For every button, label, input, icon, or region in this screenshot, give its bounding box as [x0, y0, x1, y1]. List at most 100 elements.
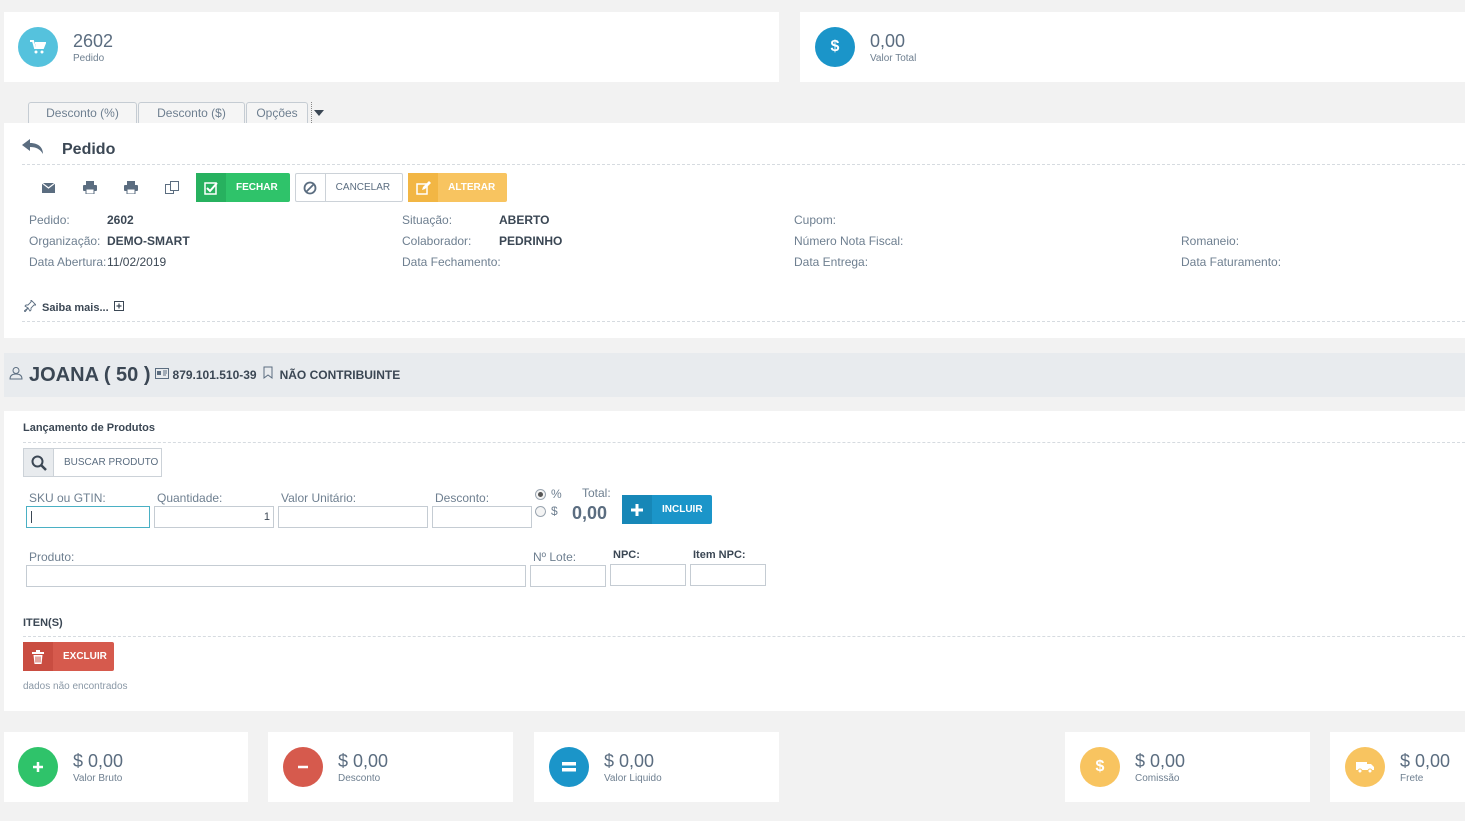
- alterar-button[interactable]: ALTERAR: [408, 173, 508, 202]
- valor-total-card: $ 0,00 Valor Total: [800, 12, 1465, 82]
- sku-label: SKU ou GTIN:: [29, 491, 106, 505]
- info-data-entrega: Data Entrega:: [794, 255, 869, 269]
- copy-icon[interactable]: [151, 174, 192, 202]
- user-icon: [9, 366, 23, 385]
- excluir-button[interactable]: EXCLUIR: [23, 642, 114, 671]
- cancelar-button[interactable]: CANCELAR: [294, 173, 404, 202]
- quantidade-label: Quantidade:: [157, 491, 223, 505]
- pin-icon: [23, 298, 38, 315]
- id-card-icon: [154, 366, 169, 384]
- ban-icon: [296, 174, 326, 201]
- valor-liquido-value: $ 0,00: [604, 750, 655, 771]
- info-data-fechamento: Data Fechamento:: [402, 255, 501, 269]
- checkbox-icon: [196, 173, 226, 202]
- back-arrow-icon[interactable]: [22, 139, 44, 160]
- pedido-card: 2602 Pedido: [4, 12, 779, 82]
- frete-label: Frete: [1400, 772, 1424, 784]
- valor-total-value: 0,00: [870, 30, 906, 51]
- dollar-icon: $: [1080, 747, 1120, 787]
- desconto-card: $ 0,00 Desconto: [268, 732, 513, 802]
- total-value: 0,00: [572, 503, 608, 523]
- tab-bar: Desconto (%) Desconto ($) Opções: [28, 102, 325, 123]
- item-npc-input[interactable]: [690, 564, 766, 586]
- items-title: ITEN(S): [23, 617, 63, 629]
- info-situacao-value: ABERTO: [499, 213, 550, 227]
- info-romaneio: Romaneio:: [1181, 234, 1240, 248]
- trash-icon: [23, 642, 53, 671]
- saiba-mais-link[interactable]: Saiba mais...: [23, 298, 124, 315]
- info-colaborador: Colaborador:: [402, 234, 472, 248]
- dollar-icon: $: [815, 27, 855, 67]
- comissao-label: Comissão: [1135, 772, 1180, 784]
- toolbar: FECHAR CANCELAR ALTERAR: [28, 173, 512, 202]
- caret-down-icon[interactable]: [311, 102, 325, 123]
- info-pedido: Pedido:: [29, 213, 70, 227]
- pedido-number: 2602: [73, 30, 114, 51]
- equals-icon: [549, 747, 589, 787]
- buscar-produto-button[interactable]: BUSCAR PRODUTO: [23, 448, 162, 477]
- item-npc-label: Item NPC:: [693, 549, 746, 561]
- lote-label: Nº Lote:: [533, 550, 577, 564]
- valor-unitario-label: Valor Unitário:: [281, 491, 357, 505]
- info-cupom: Cupom:: [794, 213, 837, 227]
- frete-value: $ 0,00: [1400, 750, 1451, 771]
- valor-bruto-label: Valor Bruto: [73, 772, 123, 784]
- comissao-card: $ $ 0,00 Comissão: [1065, 732, 1310, 802]
- total-label: Total:: [582, 486, 611, 500]
- plus-icon: [18, 747, 58, 787]
- client-name: JOANA ( 50 ): [29, 363, 151, 386]
- info-situacao: Situação:: [402, 213, 453, 227]
- client-document: 879.101.510-39: [172, 368, 257, 382]
- minus-icon: [283, 747, 323, 787]
- info-colaborador-value: PEDRINHO: [499, 234, 563, 248]
- lote-input[interactable]: [530, 565, 606, 587]
- pedido-panel: Pedido FECHAR CANCELAR ALTERAR Pedido: 2…: [4, 123, 1465, 338]
- valor-bruto-card: $ 0,00 Valor Bruto: [4, 732, 248, 802]
- truck-icon: [1345, 747, 1385, 787]
- print-icon[interactable]: [69, 174, 110, 202]
- page-title: Pedido: [62, 140, 116, 158]
- info-data-abertura-value: 11/02/2019: [107, 255, 167, 269]
- tab-opcoes[interactable]: Opções: [246, 102, 308, 123]
- bookmark-icon: [263, 366, 273, 384]
- desconto-input[interactable]: [432, 506, 532, 528]
- edit-icon: [408, 173, 439, 202]
- envelope-icon[interactable]: [28, 174, 69, 202]
- expand-icon[interactable]: [113, 301, 124, 314]
- tab-desconto-valor[interactable]: Desconto ($): [138, 102, 245, 123]
- sku-input[interactable]: [26, 506, 150, 528]
- tab-desconto-pct[interactable]: Desconto (%): [28, 102, 137, 123]
- plus-icon: [622, 495, 652, 524]
- cart-icon: [18, 27, 58, 67]
- print-alt-icon[interactable]: [110, 174, 151, 202]
- fechar-button[interactable]: FECHAR: [196, 173, 290, 202]
- info-pedido-value: 2602: [107, 213, 134, 227]
- npc-label: NPC:: [613, 549, 640, 561]
- valor-total-label: Valor Total: [870, 52, 917, 64]
- quantidade-input[interactable]: 1: [154, 506, 274, 528]
- empty-message: dados não encontrados: [23, 681, 128, 692]
- radio-dollar[interactable]: $: [535, 504, 558, 518]
- text-cursor: [31, 511, 32, 523]
- info-data-faturamento: Data Faturamento:: [1181, 255, 1282, 269]
- valor-liquido-label: Valor Liquido: [604, 772, 662, 784]
- npc-input[interactable]: [610, 564, 686, 586]
- client-bar: JOANA ( 50 ) 879.101.510-39 NÃO CONTRIBU…: [4, 353, 1465, 397]
- desconto-value: $ 0,00: [338, 750, 389, 771]
- comissao-value: $ 0,00: [1135, 750, 1186, 771]
- frete-card: $ 0,00 Frete: [1330, 732, 1465, 802]
- info-data-abertura: Data Abertura:: [29, 255, 107, 269]
- client-tax-status: NÃO CONTRIBUINTE: [279, 368, 401, 382]
- desconto-label: Desconto:: [435, 491, 490, 505]
- incluir-button[interactable]: INCLUIR: [622, 495, 712, 524]
- pedido-label: Pedido: [73, 52, 105, 64]
- info-organizacao-value: DEMO-SMART: [107, 234, 190, 248]
- products-panel: Lançamento de Produtos BUSCAR PRODUTO SK…: [4, 411, 1465, 711]
- info-organizacao: Organização:: [29, 234, 101, 248]
- info-nota-fiscal: Número Nota Fiscal:: [794, 234, 904, 248]
- valor-liquido-card: $ 0,00 Valor Liquido: [534, 732, 779, 802]
- valor-bruto-value: $ 0,00: [73, 750, 124, 771]
- produto-input[interactable]: [26, 565, 526, 587]
- valor-unitario-input[interactable]: [278, 506, 428, 528]
- radio-percent[interactable]: %: [535, 487, 562, 501]
